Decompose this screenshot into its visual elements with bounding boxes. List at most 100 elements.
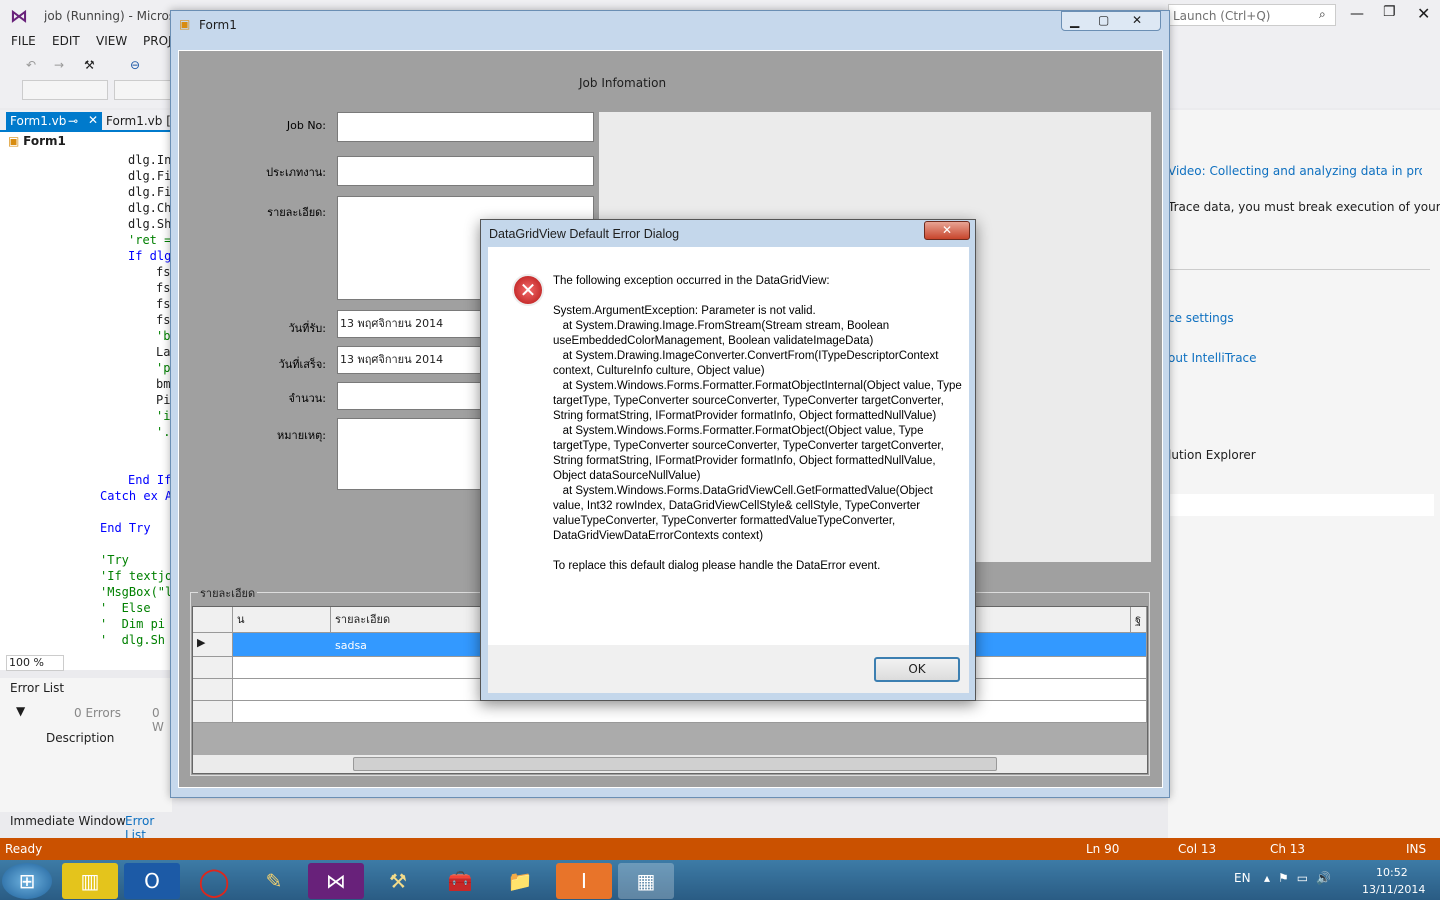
code-line[interactable]: End If	[0, 472, 172, 488]
about-intellitrace-link[interactable]: out IntelliTrace	[1168, 351, 1257, 365]
code-line[interactable]: '.	[0, 424, 172, 440]
code-line[interactable]: fs	[0, 296, 172, 312]
code-line[interactable]: 'i	[0, 408, 172, 424]
pin-icon[interactable]: ⊸	[68, 114, 78, 128]
tab-close-icon[interactable]: ✕	[88, 113, 98, 127]
undo-icon[interactable]: ↶	[26, 58, 36, 72]
search-icon: ⌕	[1319, 7, 1326, 21]
ok-button[interactable]: OK	[874, 657, 960, 682]
note-textarea[interactable]	[337, 418, 483, 490]
navigate-back-icon[interactable]: ⊖	[130, 58, 140, 72]
code-line[interactable]: ' Else	[0, 600, 172, 616]
code-line[interactable]: La	[0, 344, 172, 360]
code-line[interactable]: End Try	[0, 520, 172, 536]
tray-icons[interactable]: ▴⚑▭🔊	[1264, 871, 1339, 885]
code-line[interactable]: dlg.Ch	[0, 200, 172, 216]
code-text[interactable]: dlg.In dlg.Fi dlg.Fi dlg.Ch dlg.Sh'ret = If d…	[0, 152, 172, 652]
job-no-input[interactable]	[337, 112, 594, 142]
scrollbar-thumb[interactable]	[353, 757, 997, 771]
menu-view[interactable]: VIEW	[96, 34, 127, 48]
close-button[interactable]: ✕	[1417, 4, 1430, 23]
start-button[interactable]: ⊞	[2, 863, 52, 899]
filter-icon[interactable]: ▼	[16, 704, 25, 718]
form1-close-button[interactable]: ✕	[1132, 13, 1142, 27]
taskbar-visual-studio-icon[interactable]: ⋈	[308, 863, 364, 899]
code-line[interactable]: 'MsgBox("l	[0, 584, 172, 600]
code-line[interactable]: 'If textjo	[0, 568, 172, 584]
clock-date[interactable]: 13/11/2014	[1362, 883, 1425, 896]
errors-count[interactable]: 0 Errors	[74, 706, 121, 720]
solution-explorer-search[interactable]	[1168, 494, 1434, 516]
code-line[interactable]: fs	[0, 264, 172, 280]
taskbar-form-app-icon[interactable]: ▦	[618, 863, 674, 899]
code-line[interactable]	[0, 456, 172, 472]
form1-maximize-button[interactable]: ▢	[1098, 13, 1109, 27]
taskbar-toolbox-icon[interactable]: 🧰	[432, 863, 488, 899]
menu-file[interactable]: FILE	[11, 34, 36, 48]
receive-date-picker[interactable]: 13 พฤศจิกายน 2014	[337, 310, 483, 338]
code-line[interactable]: dlg.Fi	[0, 168, 172, 184]
code-line[interactable]: bm	[0, 376, 172, 392]
redo-icon[interactable]: →	[54, 58, 64, 72]
type-input[interactable]	[337, 156, 594, 186]
done-date-picker[interactable]: 13 พฤศจิกายน 2014	[337, 346, 483, 374]
taskbar-outlook-icon[interactable]: O	[124, 863, 180, 899]
grid-row[interactable]	[193, 701, 233, 723]
quantity-input[interactable]	[337, 382, 483, 410]
minimize-button[interactable]: —	[1350, 6, 1364, 22]
menu-edit[interactable]: EDIT	[52, 34, 80, 48]
taskbar-tools-icon[interactable]: ⚒	[370, 863, 426, 899]
code-line[interactable]: dlg.Fi	[0, 184, 172, 200]
code-line[interactable]: 'Try	[0, 552, 172, 568]
code-line[interactable]: Catch ex A	[0, 488, 172, 504]
code-line[interactable]: ' Dim pi	[0, 616, 172, 632]
code-line[interactable]: dlg.Sh	[0, 216, 172, 232]
grid-row[interactable]	[193, 679, 233, 701]
grid-header-col1[interactable]: น	[233, 607, 331, 633]
grid-horizontal-scrollbar[interactable]	[193, 755, 1147, 773]
language-indicator[interactable]: EN	[1234, 871, 1251, 885]
tab-form1-vb[interactable]: Form1.vb ⊸ ✕	[6, 112, 102, 132]
grid-row[interactable]	[193, 657, 233, 679]
quick-launch-input[interactable]: Launch (Ctrl+Q) ⌕	[1168, 4, 1336, 26]
code-line[interactable]	[0, 504, 172, 520]
clock-time[interactable]: 10:52	[1376, 866, 1408, 879]
code-line[interactable]: fs	[0, 280, 172, 296]
dialog-close-button[interactable]: ✕	[924, 221, 970, 240]
taskbar-explorer-icon[interactable]: 📁	[492, 863, 548, 899]
intellitrace-settings-link[interactable]: ce settings	[1168, 311, 1234, 325]
solution-explorer-tab[interactable]: lution Explorer	[1168, 448, 1256, 462]
taskbar-pro-app-icon[interactable]: I	[556, 863, 612, 899]
grid-cell-detail[interactable]: sadsa	[335, 639, 367, 652]
taskbar-opera-icon[interactable]: ◯	[186, 863, 242, 899]
grid-header-col2[interactable]: รายละเอียด	[331, 607, 481, 633]
code-line[interactable]: fs	[0, 312, 172, 328]
code-line[interactable]	[0, 536, 172, 552]
status-col: Col 13	[1178, 842, 1217, 856]
member-dropdown[interactable]: ▣ Form1	[8, 134, 172, 152]
warnings-count[interactable]: 0 W	[152, 706, 172, 734]
code-line[interactable]: ' dlg.Sh	[0, 632, 172, 648]
grid-row-selected-indicator[interactable]: ▶	[193, 633, 233, 657]
solution-config-dropdown[interactable]	[22, 80, 108, 100]
taskbar-editor-icon[interactable]: ✎	[246, 863, 302, 899]
zoom-dropdown[interactable]: 100 %	[6, 655, 64, 671]
code-line[interactable]: dlg.In	[0, 152, 172, 168]
platform-dropdown[interactable]	[114, 80, 174, 100]
taskbar-chart-app-icon[interactable]: ▥	[62, 863, 118, 899]
code-line[interactable]: If dlg	[0, 248, 172, 264]
description-header[interactable]: Description	[46, 731, 114, 745]
form1-minimize-button[interactable]: ▁	[1070, 14, 1079, 28]
video-link[interactable]: Video: Collecting and analyzing data in …	[1168, 164, 1422, 178]
code-line[interactable]: Pi	[0, 392, 172, 408]
code-line[interactable]: 'ret =	[0, 232, 172, 248]
code-line[interactable]	[0, 440, 172, 456]
grid-row[interactable]	[233, 701, 1147, 723]
grid-header-col5[interactable]: ฐ	[1131, 607, 1147, 633]
code-line[interactable]: 'p	[0, 360, 172, 376]
menu-project[interactable]: PROJ	[143, 34, 172, 48]
restore-button[interactable]: ❐	[1383, 4, 1396, 20]
code-line[interactable]: 'b	[0, 328, 172, 344]
tab-immediate-window[interactable]: Immediate Window	[10, 814, 126, 828]
debug-icon[interactable]: ⚒	[84, 58, 95, 72]
